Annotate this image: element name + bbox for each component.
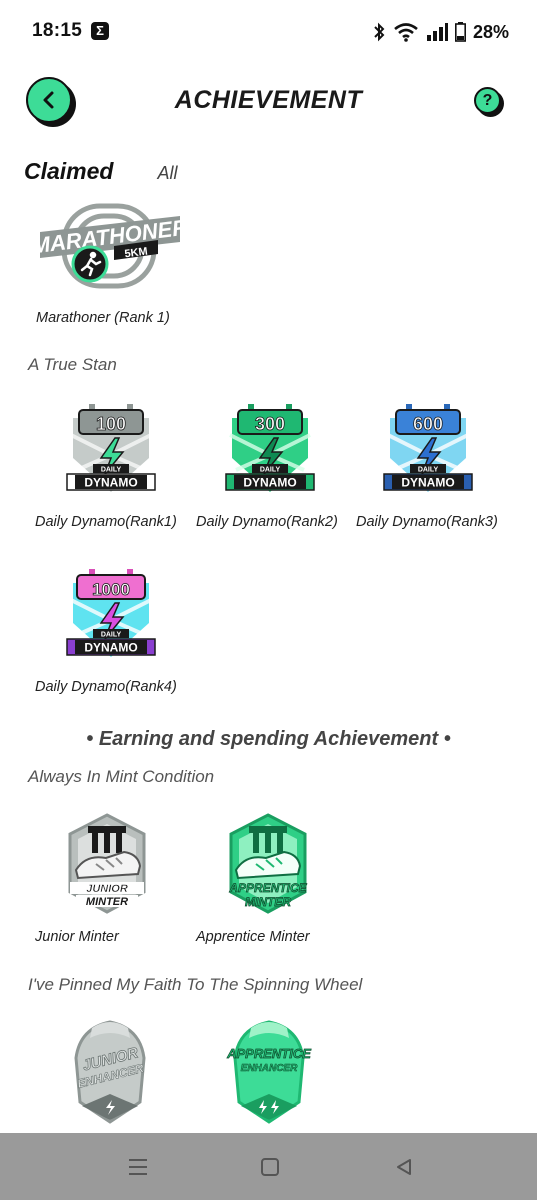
svg-text:100: 100 <box>96 414 126 434</box>
badge-label: Apprentice Minter <box>196 929 310 945</box>
junior-enhancer-badge-icon: JUNIOR ENHANCER <box>74 1020 146 1124</box>
svg-text:MINTER: MINTER <box>245 895 291 909</box>
daily-dynamo-badge-icon: 600 DAILY DYNAMO <box>383 404 473 492</box>
apprentice-enhancer-badge-icon: APPRENTICE ENHANCER <box>226 1020 312 1124</box>
svg-text:MARATHONER: MARATHONER <box>34 215 186 259</box>
daily-dynamo-badge-icon: 1000 DAILY DYNAMO <box>66 569 156 657</box>
help-button[interactable]: ? <box>474 87 504 117</box>
tab-claimed[interactable]: Claimed <box>24 158 113 185</box>
recent-apps-button[interactable] <box>124 1153 152 1181</box>
svg-text:5KM: 5KM <box>124 246 149 261</box>
badge-apprentice-minter[interactable]: APPRENTICE MINTER Apprentice Minter <box>196 812 346 952</box>
badge-label: Junior Minter <box>35 929 119 945</box>
home-square-icon <box>261 1158 279 1176</box>
header: ACHIEVEMENT ? <box>0 64 537 140</box>
badge-label: Daily Dynamo(Rank1) <box>35 514 177 530</box>
page-title: ACHIEVEMENT <box>174 86 363 114</box>
question-icon: ? <box>474 87 501 114</box>
svg-text:JUNIOR: JUNIOR <box>86 883 128 895</box>
svg-text:600: 600 <box>413 414 443 434</box>
svg-text:DAILY: DAILY <box>260 467 281 474</box>
section-heading-earning-spending: • Earning and spending Achievement • <box>86 728 451 750</box>
battery-percent: 28% <box>472 21 509 42</box>
badge-label: Marathoner (Rank 1) <box>36 310 170 326</box>
daily-dynamo-badge-icon: 100 DAILY DYNAMO <box>66 404 156 492</box>
svg-text:DYNAMO: DYNAMO <box>243 476 296 490</box>
daily-dynamo-badge-icon: 300 DAILY DYNAMO <box>225 404 315 492</box>
home-button[interactable] <box>256 1153 284 1181</box>
svg-text:ENHANCER: ENHANCER <box>241 1063 298 1074</box>
bluetooth-icon <box>374 22 385 42</box>
status-bar: 18:15 Σ 28% <box>0 0 537 64</box>
svg-text:DAILY: DAILY <box>418 467 439 474</box>
battery-icon <box>454 22 466 42</box>
badge-marathoner[interactable]: MARATHONER 5KM Marathoner (Rank 1) <box>28 198 188 333</box>
badge-junior-enhancer[interactable]: JUNIOR ENHANCER <box>60 1018 160 1128</box>
filter-tabs: Claimed All <box>24 158 178 188</box>
badge-label: Daily Dynamo(Rank4) <box>35 679 177 695</box>
system-nav-bar <box>0 1133 537 1200</box>
marathoner-badge-icon: MARATHONER 5KM <box>34 203 186 289</box>
badge-junior-minter[interactable]: JUNIOR MINTER Junior Minter <box>34 812 174 952</box>
svg-text:1000: 1000 <box>92 580 130 599</box>
back-triangle-icon <box>397 1159 411 1175</box>
svg-text:DYNAMO: DYNAMO <box>401 476 454 490</box>
wifi-icon <box>394 23 418 42</box>
group-heading-mint: Always In Mint Condition <box>28 767 215 786</box>
status-icons: 28% <box>372 20 509 44</box>
badge-label: Daily Dynamo(Rank3) <box>356 514 498 530</box>
svg-text:APPRENTICE: APPRENTICE <box>228 881 307 895</box>
badge-daily-dynamo-rank3[interactable]: 600 DAILY DYNAMO Daily Dynamo(Rank3) <box>356 400 506 540</box>
badge-daily-dynamo-rank4[interactable]: 1000 DAILY DYNAMO Daily Dynamo(Rank4) <box>35 565 185 700</box>
svg-text:DYNAMO: DYNAMO <box>84 641 137 655</box>
svg-text:300: 300 <box>255 414 285 434</box>
junior-minter-badge-icon: JUNIOR MINTER <box>68 813 146 914</box>
svg-text:DAILY: DAILY <box>101 632 122 639</box>
svg-text:MINTER: MINTER <box>86 896 128 908</box>
svg-text:DYNAMO: DYNAMO <box>84 476 137 490</box>
svg-text:APPRENTICE: APPRENTICE <box>226 1046 311 1061</box>
menu-icon <box>129 1159 147 1175</box>
apprentice-minter-badge-icon: APPRENTICE MINTER <box>228 813 308 914</box>
badge-apprentice-enhancer[interactable]: APPRENTICE ENHANCER <box>214 1018 324 1128</box>
status-time: 18:15 <box>32 20 83 41</box>
group-heading-true-stan: A True Stan <box>28 355 117 374</box>
badge-daily-dynamo-rank1[interactable]: 100 DAILY DYNAMO Daily Dynamo(Rank1) <box>35 400 185 540</box>
system-back-button[interactable] <box>390 1153 418 1181</box>
notification-app-icon: Σ <box>91 22 109 40</box>
badge-daily-dynamo-rank2[interactable]: 300 DAILY DYNAMO Daily Dynamo(Rank2) <box>196 400 346 540</box>
tab-all[interactable]: All <box>157 163 177 184</box>
svg-text:DAILY: DAILY <box>101 467 122 474</box>
signal-icon <box>426 23 448 41</box>
badge-label: Daily Dynamo(Rank2) <box>196 514 338 530</box>
group-heading-spinning-wheel: I've Pinned My Faith To The Spinning Whe… <box>28 975 363 994</box>
